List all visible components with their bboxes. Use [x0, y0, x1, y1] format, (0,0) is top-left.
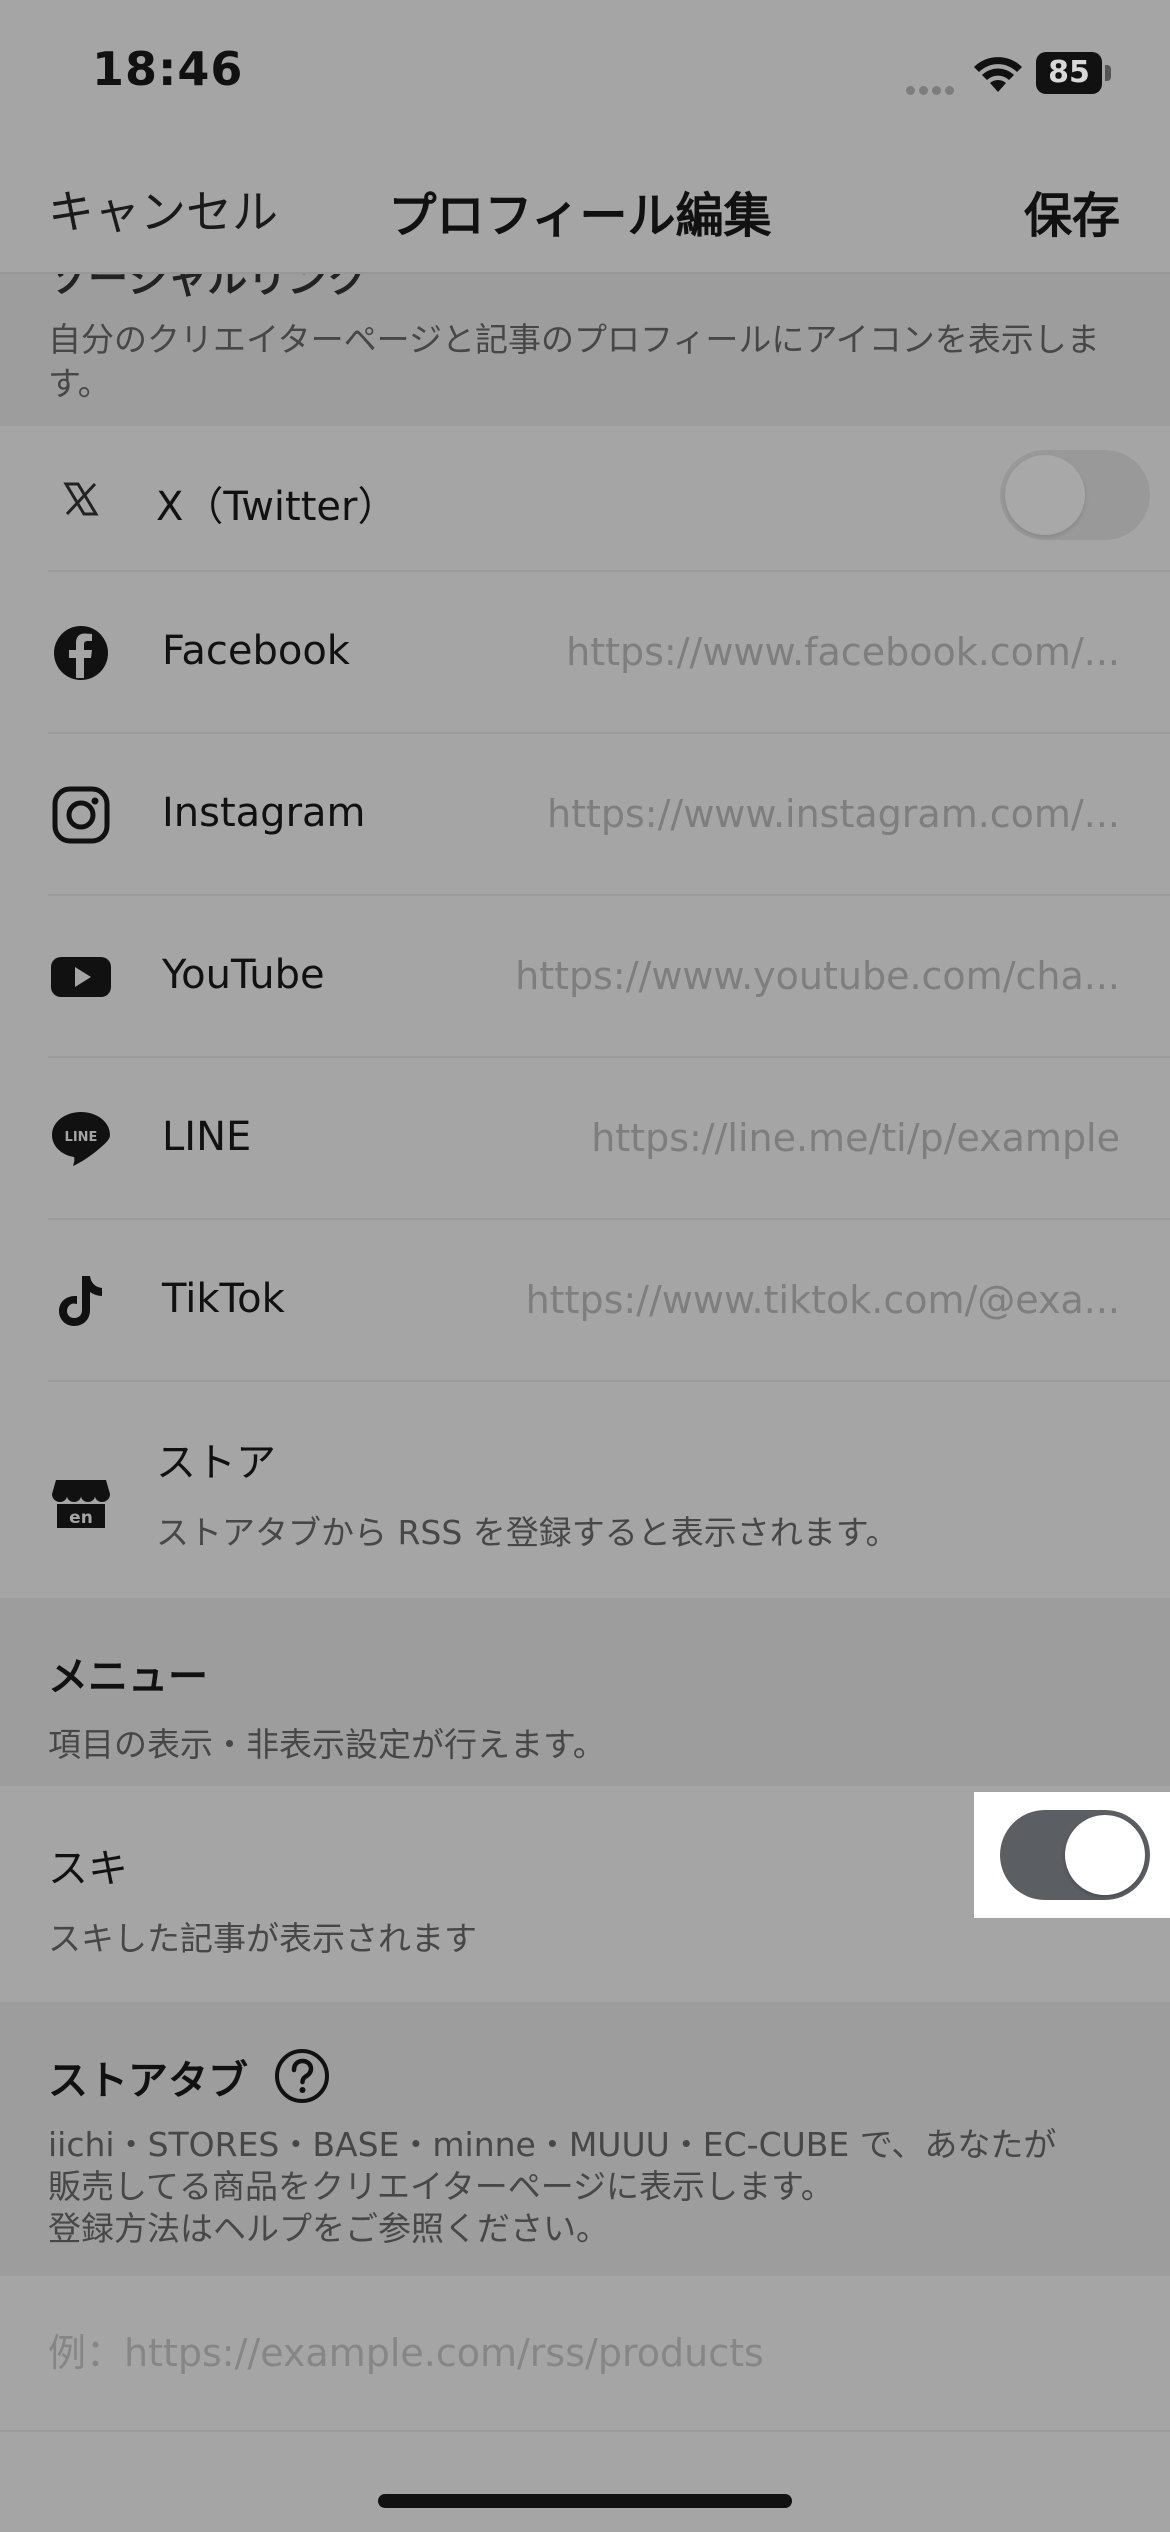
suki-toggle-highlight — [974, 1792, 1170, 1918]
svg-text:LINE: LINE — [65, 1130, 98, 1145]
facebook-icon — [54, 626, 108, 680]
tiktok-url-input[interactable]: https://www.tiktok.com/@exa... — [526, 1278, 1120, 1322]
sns-row-facebook[interactable]: Facebook https://www.facebook.com/... — [0, 572, 1170, 734]
sns-row-line[interactable]: LINE LINE https://line.me/ti/p/example — [0, 1058, 1170, 1220]
menu-section-description: 項目の表示・非表示設定が行えます。 — [48, 1725, 606, 1764]
rss-url-input[interactable] — [48, 2318, 1118, 2388]
sns-row-line-label: LINE — [162, 1114, 252, 1160]
line-icon: LINE — [52, 1112, 110, 1166]
sns-row-store-description: ストアタブから RSS を登録すると表示されます。 — [156, 1513, 899, 1552]
cellular-signal-icon — [906, 80, 962, 95]
nav-bar: キャンセル プロフィール編集 保存 — [0, 150, 1170, 274]
store-icon: en — [52, 1480, 110, 1528]
page-title: プロフィール編集 — [0, 176, 1170, 246]
storetab-section-description: iichi・STORES・BASE・minne・MUUU・EC-CUBE で、あ… — [48, 2124, 1148, 2250]
sns-row-instagram[interactable]: Instagram https://www.instagram.com/... — [0, 734, 1170, 896]
suki-label: スキ — [48, 1846, 128, 1892]
storetab-section-header: ストアタブ iichi・STORES・BASE・minne・MUUU・EC-CU… — [0, 2002, 1170, 2276]
sns-row-store-label: ストア — [156, 1440, 276, 1486]
line-url-input[interactable]: https://line.me/ti/p/example — [591, 1116, 1120, 1160]
sns-row-x-label: X（Twitter） — [156, 484, 398, 530]
x-logo-icon — [63, 482, 99, 516]
menu-row-suki: スキ スキした記事が表示されます — [0, 1786, 1170, 2000]
youtube-icon — [51, 957, 111, 997]
svg-text:en: en — [69, 1508, 93, 1528]
suki-toggle[interactable] — [1000, 1810, 1150, 1900]
battery-level: 85 — [1036, 52, 1102, 94]
wifi-icon — [974, 57, 1022, 92]
sns-row-tiktok-label: TikTok — [162, 1276, 285, 1322]
question-circle-icon[interactable] — [274, 2048, 330, 2104]
storetab-desc-line: 登録方法はヘルプをご参照ください。 — [48, 2209, 609, 2248]
suki-description: スキした記事が表示されます — [48, 1919, 477, 1958]
menu-section-title: メニュー — [48, 1654, 208, 1700]
toggle-knob — [1005, 455, 1085, 535]
instagram-url-input[interactable]: https://www.instagram.com/... — [547, 792, 1120, 836]
sns-row-youtube-label: YouTube — [162, 952, 325, 998]
battery-cap — [1105, 65, 1111, 81]
page-title-text: プロフィール編集 — [388, 188, 772, 244]
home-indicator — [378, 2494, 792, 2508]
sns-row-youtube[interactable]: YouTube https://www.youtube.com/cha... — [0, 896, 1170, 1058]
save-button[interactable]: 保存 — [1024, 176, 1120, 246]
storetab-desc-line: 販売してる商品をクリエイターページに表示します。 — [48, 2167, 834, 2206]
x-toggle[interactable] — [1000, 450, 1150, 540]
facebook-url-input[interactable]: https://www.facebook.com/... — [566, 630, 1120, 674]
sns-section-header: ソーシャルリンク 自分のクリエイターページと記事のプロフィールにアイコンを表示し… — [0, 274, 1170, 426]
sns-row-x: X（Twitter） — [0, 426, 1170, 572]
toggle-knob — [1065, 1815, 1145, 1895]
sns-row-facebook-label: Facebook — [162, 628, 350, 674]
sns-row-store[interactable]: en ストア ストアタブから RSS を登録すると表示されます。 — [0, 1382, 1170, 1598]
sns-row-tiktok[interactable]: TikTok https://www.tiktok.com/@exa... — [0, 1220, 1170, 1382]
instagram-icon — [52, 786, 110, 844]
status-bar: 18:46 85 — [0, 0, 1170, 150]
youtube-url-input[interactable]: https://www.youtube.com/cha... — [515, 954, 1120, 998]
tiktok-icon — [59, 1276, 102, 1326]
sns-section-title: ソーシャルリンク — [48, 274, 368, 302]
status-time: 18:46 — [92, 42, 244, 96]
sns-section-description: 自分のクリエイターページと記事のプロフィールにアイコンを表示します。 — [48, 320, 1100, 403]
sns-row-instagram-label: Instagram — [162, 790, 366, 836]
menu-section-header: メニュー 項目の表示・非表示設定が行えます。 — [0, 1598, 1170, 1786]
storetab-section-title: ストアタブ — [48, 2058, 248, 2104]
rss-input-row — [0, 2276, 1170, 2432]
battery-icon: 85 — [1036, 52, 1116, 94]
storetab-desc-line: iichi・STORES・BASE・minne・MUUU・EC-CUBE で、あ… — [48, 2125, 1057, 2164]
